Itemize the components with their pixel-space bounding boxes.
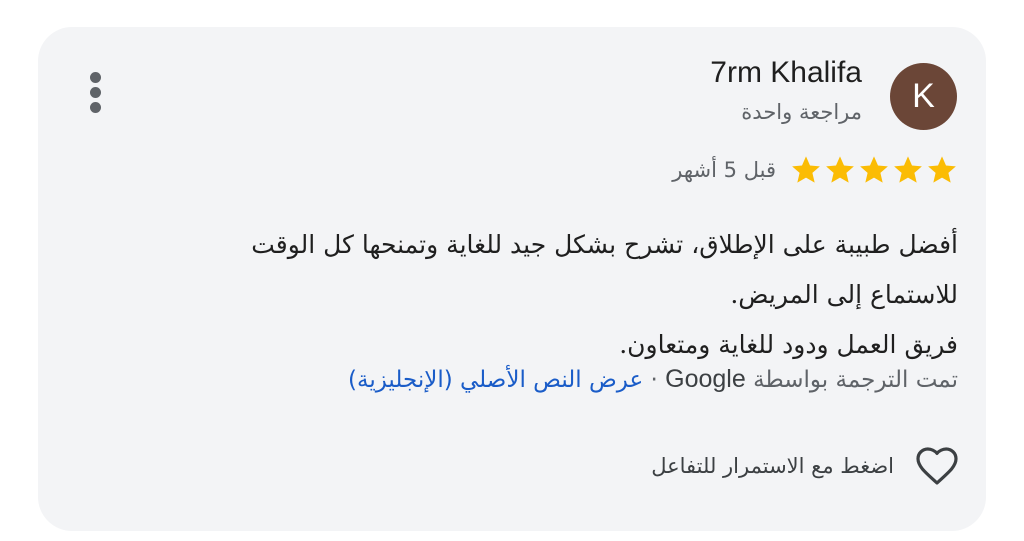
star-icon — [792, 156, 820, 183]
avatar[interactable]: K — [890, 63, 957, 130]
review-text-line: فريق العمل ودود للغاية ومتعاون. — [619, 330, 958, 359]
rating-row: قبل 5 أشهر — [672, 154, 958, 186]
reviewer-reviews-count: مراجعة واحدة — [741, 100, 862, 124]
review-text: أفضل طبيبة على الإطلاق، تشرح بشكل جيد لل… — [158, 220, 958, 370]
more-vert-icon[interactable] — [84, 70, 108, 114]
translation-notice: تمت الترجمة بواسطة Google · عرض النص الأ… — [348, 365, 958, 394]
star-rating — [790, 154, 958, 186]
star-icon — [860, 156, 888, 183]
heart-icon[interactable] — [912, 442, 962, 490]
star-icon — [826, 156, 854, 183]
review-text-line: للاستماع إلى المريض. — [730, 280, 958, 309]
like-label: اضغط مع الاستمرار للتفاعل — [651, 454, 894, 478]
translator-name: Google — [665, 365, 746, 393]
menu-dot — [90, 102, 101, 113]
show-original-link[interactable]: عرض النص الأصلي (الإنجليزية) — [348, 367, 643, 393]
review-text-line: أفضل طبيبة على الإطلاق، تشرح بشكل جيد لل… — [251, 230, 958, 259]
translated-by-label: تمت الترجمة بواسطة — [753, 367, 958, 393]
like-button[interactable]: اضغط مع الاستمرار للتفاعل — [651, 442, 962, 490]
star-icon — [894, 156, 922, 183]
reviewer-name[interactable]: 7rm Khalifa — [710, 56, 862, 90]
star-icon — [928, 156, 956, 183]
menu-dot — [90, 72, 101, 83]
review-time: قبل 5 أشهر — [672, 158, 776, 182]
separator-dot: · — [650, 367, 658, 393]
menu-dot — [90, 87, 101, 98]
